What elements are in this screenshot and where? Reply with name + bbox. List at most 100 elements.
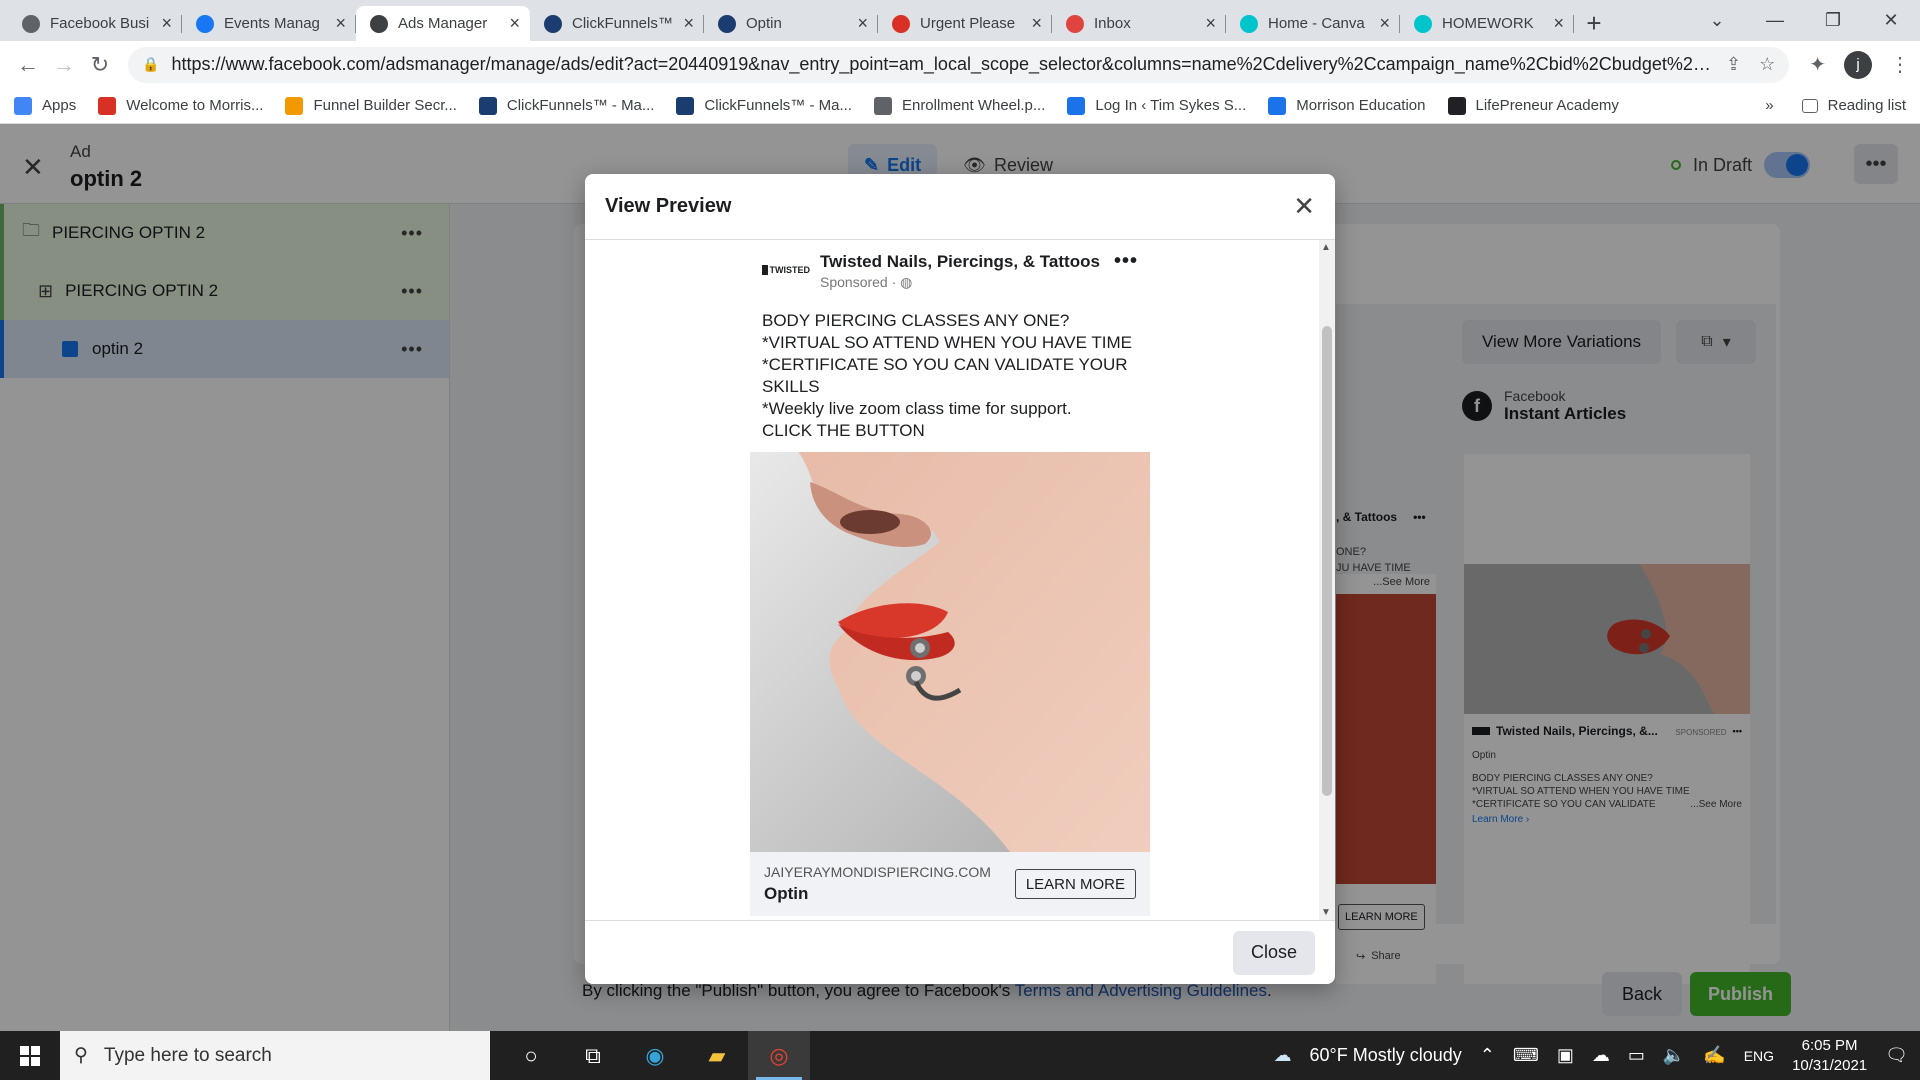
scroll-down-icon[interactable]: ▼ bbox=[1321, 907, 1331, 918]
bookmark-item[interactable]: Welcome to Morris... bbox=[98, 96, 264, 115]
close-button[interactable]: Close bbox=[1232, 930, 1315, 975]
url-text[interactable]: https://www.facebook.com/adsmanager/mana… bbox=[171, 54, 1714, 75]
browser-tab[interactable]: Inbox × bbox=[1052, 6, 1226, 41]
dialog-body: TWISTED Twisted Nails, Piercings, & Tatt… bbox=[585, 240, 1335, 920]
browser-toolbar: ← → ↻ 🔒 https://www.facebook.com/adsmana… bbox=[0, 41, 1920, 88]
ad-image-lip-piercing bbox=[750, 452, 1150, 852]
tab-search-icon[interactable]: ⌄ bbox=[1688, 0, 1746, 41]
file-explorer-icon[interactable]: ▰ bbox=[686, 1031, 748, 1080]
close-tab-icon[interactable]: × bbox=[161, 13, 172, 34]
browser-tab[interactable]: Events Manag × bbox=[182, 6, 356, 41]
close-tab-icon[interactable]: × bbox=[1379, 13, 1390, 34]
system-clock[interactable]: 6:05 PM 10/31/2021 bbox=[1792, 1036, 1867, 1076]
restore-icon[interactable]: ❐ bbox=[1804, 0, 1862, 41]
clock-time: 6:05 PM bbox=[1801, 1036, 1858, 1054]
browser-tab[interactable]: Optin × bbox=[704, 6, 878, 41]
start-button[interactable] bbox=[0, 1031, 60, 1080]
edge-icon[interactable]: ◉ bbox=[624, 1031, 686, 1080]
bookmark-label: LifePreneur Academy bbox=[1475, 97, 1619, 114]
battery-icon[interactable]: ▭ bbox=[1628, 1045, 1645, 1066]
taskbar-search-box[interactable]: ⚲ Type here to search bbox=[60, 1031, 490, 1080]
close-dialog-icon[interactable]: ✕ bbox=[1293, 191, 1315, 222]
browser-tab[interactable]: Home - Canva × bbox=[1226, 6, 1400, 41]
bookmark-star-icon[interactable]: ☆ bbox=[1759, 54, 1775, 75]
pen-icon[interactable]: ✍ bbox=[1703, 1045, 1725, 1066]
browser-tab[interactable]: Facebook Busi × bbox=[8, 6, 182, 41]
close-tab-icon[interactable]: × bbox=[1031, 13, 1042, 34]
windows-logo-icon bbox=[20, 1045, 40, 1066]
notifications-icon[interactable]: 🗨 bbox=[1885, 1045, 1908, 1066]
scroll-up-icon[interactable]: ▲ bbox=[1321, 242, 1331, 253]
post-line: CLICK THE BUTTON bbox=[762, 421, 925, 440]
profile-avatar[interactable]: j bbox=[1844, 50, 1872, 79]
search-placeholder: Type here to search bbox=[103, 1044, 272, 1066]
back-arrow-icon[interactable]: ← bbox=[10, 47, 46, 83]
cortana-icon[interactable]: ○ bbox=[500, 1031, 562, 1080]
forward-arrow-icon[interactable]: → bbox=[46, 47, 82, 83]
bookmark-label: ClickFunnels™ - Ma... bbox=[506, 97, 655, 114]
task-view-icon[interactable]: ⧉ bbox=[562, 1031, 624, 1080]
bookmark-item[interactable]: ClickFunnels™ - Ma... bbox=[478, 96, 655, 115]
post-body-text: BODY PIERCING CLASSES ANY ONE? *VIRTUAL … bbox=[750, 298, 1150, 452]
show-hidden-icons-icon[interactable]: ⌃ bbox=[1480, 1045, 1495, 1066]
gmail-icon bbox=[98, 96, 117, 115]
share-page-icon[interactable]: ⇪ bbox=[1726, 54, 1741, 75]
gmail-icon bbox=[892, 14, 910, 33]
onedrive-icon[interactable]: ☁ bbox=[1592, 1045, 1610, 1066]
reading-list[interactable]: Reading list bbox=[1801, 97, 1906, 114]
bookmark-item[interactable]: Log In ‹ Tim Sykes S... bbox=[1067, 96, 1247, 115]
link-headline: Optin bbox=[764, 884, 809, 903]
meet-now-icon[interactable]: ▣ bbox=[1557, 1045, 1574, 1066]
ads-manager-icon bbox=[370, 14, 388, 33]
dialog-scrollbar[interactable]: ▲ ▼ bbox=[1319, 240, 1335, 920]
facebook-icon bbox=[196, 14, 214, 33]
globe-icon: ◍ bbox=[900, 274, 913, 290]
weather-text[interactable]: 60°F Mostly cloudy bbox=[1310, 1045, 1462, 1066]
browser-tab[interactable]: ClickFunnels™ × bbox=[530, 6, 704, 41]
reload-icon[interactable]: ↻ bbox=[82, 47, 118, 83]
bookmark-label: Welcome to Morris... bbox=[126, 97, 264, 114]
touch-keyboard-icon[interactable]: ⌨ bbox=[1513, 1045, 1539, 1066]
browser-tab[interactable]: Urgent Please × bbox=[878, 6, 1052, 41]
tab-title: Home - Canva bbox=[1268, 15, 1365, 32]
learn-more-button[interactable]: LEARN MORE bbox=[1014, 869, 1136, 899]
minimize-icon[interactable]: — bbox=[1746, 0, 1804, 41]
bookmark-item[interactable]: Funnel Builder Secr... bbox=[285, 96, 457, 115]
clickfunnels-icon bbox=[478, 96, 497, 115]
language-indicator[interactable]: ENG bbox=[1744, 1048, 1774, 1064]
post-more-icon[interactable]: ••• bbox=[1114, 250, 1138, 273]
logo-text: TWISTED bbox=[769, 264, 811, 275]
browser-tab[interactable]: Ads Manager × bbox=[356, 6, 530, 41]
chrome-icon[interactable]: ◎ bbox=[748, 1031, 810, 1080]
search-icon: ⚲ bbox=[74, 1045, 88, 1066]
address-bar[interactable]: 🔒 https://www.facebook.com/adsmanager/ma… bbox=[128, 46, 1790, 83]
bookmark-item[interactable]: Apps bbox=[14, 96, 76, 115]
close-tab-icon[interactable]: × bbox=[509, 13, 520, 34]
tab-title: HOMEWORK bbox=[1442, 15, 1534, 32]
bookmark-item[interactable]: ClickFunnels™ - Ma... bbox=[676, 96, 852, 115]
volume-icon[interactable]: 🔈 bbox=[1663, 1045, 1685, 1066]
close-tab-icon[interactable]: × bbox=[335, 13, 346, 34]
bookmarks-overflow-icon[interactable]: » bbox=[1765, 97, 1773, 114]
ad-preview-post: TWISTED Twisted Nails, Piercings, & Tatt… bbox=[750, 240, 1150, 916]
close-tab-icon[interactable]: × bbox=[1205, 13, 1216, 34]
extensions-icon[interactable]: ✦ bbox=[1809, 52, 1826, 77]
bookmark-label: ClickFunnels™ - Ma... bbox=[704, 97, 852, 114]
bookmark-label: Log In ‹ Tim Sykes S... bbox=[1095, 97, 1247, 114]
browser-tab[interactable]: HOMEWORK × bbox=[1400, 6, 1574, 41]
close-tab-icon[interactable]: × bbox=[857, 13, 868, 34]
scrollbar-thumb[interactable] bbox=[1322, 326, 1332, 796]
clickfunnels-icon bbox=[718, 14, 736, 33]
bookmark-item[interactable]: LifePreneur Academy bbox=[1447, 96, 1619, 115]
bookmark-item[interactable]: Morrison Education bbox=[1268, 96, 1426, 115]
window-controls: ⌄ — ❐ ✕ bbox=[1688, 0, 1920, 41]
bookmark-item[interactable]: Enrollment Wheel.p... bbox=[873, 96, 1045, 115]
close-window-icon[interactable]: ✕ bbox=[1862, 0, 1920, 41]
close-tab-icon[interactable]: × bbox=[1553, 13, 1564, 34]
lip-piercing-photo bbox=[750, 452, 1150, 852]
tab-title: Inbox bbox=[1094, 15, 1131, 32]
page-name[interactable]: Twisted Nails, Piercings, & Tattoos bbox=[820, 252, 1100, 272]
chrome-menu-icon[interactable]: ⋮ bbox=[1890, 52, 1910, 77]
new-tab-button[interactable]: + bbox=[1574, 6, 1614, 41]
close-tab-icon[interactable]: × bbox=[683, 13, 694, 34]
